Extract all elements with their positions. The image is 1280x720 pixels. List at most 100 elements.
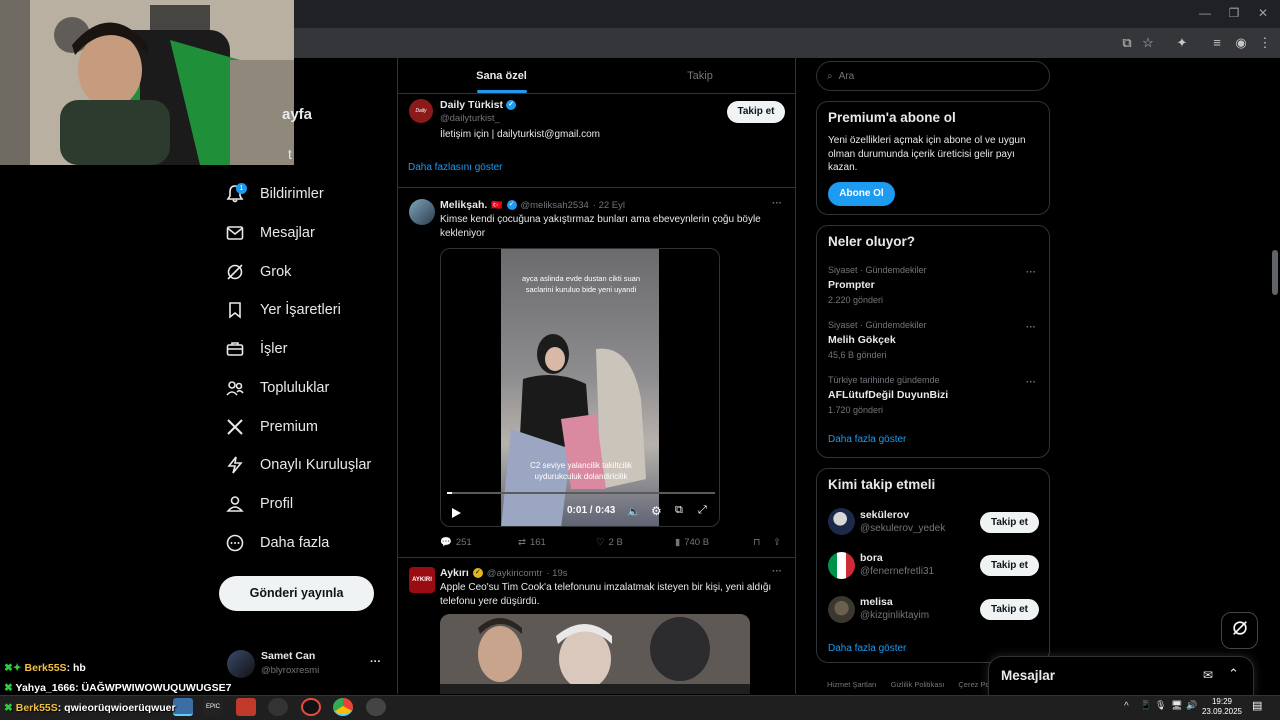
tray-phone-icon[interactable]: 📱	[1140, 700, 1151, 711]
like-button[interactable]: ♡ 2 B	[596, 537, 623, 548]
tray-chevron-icon[interactable]: ^	[1124, 701, 1129, 712]
tweet-author-name[interactable]: Melikşah.	[440, 199, 487, 211]
tray-network-icon[interactable]: 🖥	[1171, 700, 1182, 711]
media-icon[interactable]: ≡	[1209, 35, 1225, 51]
tweet-author-handle[interactable]: @meliksah2534	[521, 200, 589, 211]
pip-icon[interactable]: ⧉	[675, 504, 683, 517]
suggested-follow-button[interactable]: Takip et	[727, 101, 785, 123]
account-name[interactable]: Samet Can	[261, 650, 315, 662]
tray-mic-icon[interactable]: 🎙	[1155, 700, 1166, 711]
follow-button[interactable]: Takip et	[980, 555, 1039, 576]
bookmark-button[interactable]: ⊓	[753, 537, 760, 548]
install-icon[interactable]: ⧉	[1119, 35, 1135, 51]
notification-center-icon[interactable]: ▤	[1252, 699, 1262, 712]
suggested-name-row[interactable]: Daily Türkist ✓	[440, 99, 517, 111]
follow-button[interactable]: Takip et	[980, 599, 1039, 620]
subscribe-button[interactable]: Abone Ol	[828, 182, 895, 206]
tab-for-you[interactable]: Sana özel	[398, 58, 605, 94]
follow-avatar[interactable]	[828, 508, 855, 535]
trend-more-button[interactable]: ···	[1026, 267, 1036, 278]
video-player[interactable]: ayca aslinda evde dustan cikti suan sacl…	[440, 248, 720, 527]
trend-item[interactable]: Siyaset · Gündemdekiler Prompter 2.220 g…	[828, 265, 927, 305]
nav-messages[interactable]: Mesajlar	[224, 216, 315, 250]
trend-more-button[interactable]: ···	[1026, 377, 1036, 388]
trends-show-more-link[interactable]: Daha fazla göster	[828, 434, 906, 445]
tweet-more-button[interactable]: ···	[772, 198, 782, 209]
tray-volume-icon[interactable]: 🔊	[1186, 700, 1197, 711]
taskbar-app-icon[interactable]	[173, 698, 193, 716]
nav-verified-orgs[interactable]: Onaylı Kuruluşlar	[224, 448, 371, 482]
taskbar-app-icon[interactable]	[236, 698, 256, 716]
suggested-avatar[interactable]: Daily Türkist	[409, 99, 433, 123]
search-box[interactable]: ⌕ Ara	[816, 61, 1050, 91]
footer-link[interactable]: Çerez Po	[958, 680, 989, 689]
account-avatar[interactable]	[227, 650, 255, 678]
views-button[interactable]: ▮ 740 B	[675, 537, 709, 548]
tweet2-more-button[interactable]: ···	[772, 566, 782, 577]
star-icon[interactable]: ☆	[1140, 35, 1156, 51]
share-button[interactable]: ⇪	[773, 537, 781, 548]
tab-following[interactable]: Takip	[605, 58, 795, 94]
chrome-icon[interactable]	[333, 698, 353, 716]
opera-icon[interactable]	[301, 698, 321, 716]
nav-notifications[interactable]: Bildirimler	[224, 177, 324, 211]
minimize-button[interactable]: —	[1197, 6, 1213, 20]
tweet2-image[interactable]	[440, 614, 750, 694]
post-button[interactable]: Gönderi yayınla	[219, 576, 374, 611]
account-more-button[interactable]: ···	[370, 656, 381, 668]
tweet2-author-handle[interactable]: @aykiricomtr	[487, 568, 543, 579]
nav-grok[interactable]: Grok	[224, 255, 291, 289]
messages-drawer-title[interactable]: Mesajlar	[1001, 668, 1055, 683]
volume-icon[interactable]: 🔈	[627, 505, 641, 518]
follow-show-more-link[interactable]: Daha fazla göster	[828, 643, 906, 654]
trend-count: 1.720 gönderi	[828, 405, 884, 415]
follow-avatar[interactable]	[828, 552, 855, 579]
steam-icon[interactable]	[268, 698, 288, 716]
nav-home-label-partial[interactable]: ayfa	[282, 106, 312, 123]
tweet2-author-name[interactable]: Aykırı	[440, 567, 469, 579]
epic-games-icon[interactable]: EPIC	[203, 698, 223, 716]
settings-gear-icon[interactable]: ⚙	[651, 504, 662, 518]
reply-button[interactable]: 💬 251	[440, 537, 472, 548]
grok-floating-button[interactable]	[1221, 612, 1258, 649]
follow-name[interactable]: bora	[860, 552, 883, 564]
nav-profile[interactable]: Profil	[224, 487, 293, 521]
nav-jobs[interactable]: İşler	[224, 332, 287, 366]
play-icon[interactable]	[450, 506, 462, 518]
nav-more[interactable]: Daha fazla	[224, 526, 329, 560]
tweet-date[interactable]: · 22 Eyl	[593, 200, 625, 211]
trend-item[interactable]: Siyaset · Gündemdekiler Melih Gökçek 45,…	[828, 320, 927, 360]
show-more-suggested-link[interactable]: Daha fazlasını göster	[408, 162, 503, 173]
maximize-button[interactable]: ❐	[1226, 6, 1242, 20]
new-message-icon[interactable]: ✉	[1203, 668, 1213, 682]
video-progress-track[interactable]	[447, 492, 715, 494]
scrollbar-thumb[interactable]	[1272, 250, 1278, 295]
follow-avatar[interactable]	[828, 596, 855, 623]
nav-bookmarks[interactable]: Yer İşaretleri	[224, 293, 341, 327]
trend-more-button[interactable]: ···	[1026, 322, 1036, 333]
tweet-avatar[interactable]	[409, 199, 435, 225]
obs-icon[interactable]	[366, 698, 386, 716]
close-window-button[interactable]: ✕	[1255, 6, 1271, 20]
profile-icon[interactable]: ◉	[1233, 35, 1249, 51]
fullscreen-icon[interactable]: ⤢	[698, 504, 707, 517]
nav-communities[interactable]: Topluluklar	[224, 371, 329, 405]
tweet2-avatar[interactable]: AYKIRI	[409, 567, 435, 593]
tweet2-date[interactable]: · 19s	[546, 568, 567, 579]
trend-item[interactable]: Türkiye tarihinde gündemde AFLütufDeğil …	[828, 375, 948, 415]
repost-button[interactable]: ⇄ 161	[518, 537, 546, 548]
footer-link[interactable]: Gizlilik Politikası	[891, 680, 945, 689]
follow-name[interactable]: sekülerov	[860, 509, 909, 521]
nav-explore-label-partial[interactable]: t	[288, 146, 292, 162]
bookmark-icon: ⊓	[753, 537, 761, 548]
trend-name: AFLütufDeğil DuyunBizi	[828, 389, 949, 401]
extensions-icon[interactable]: ✦	[1174, 35, 1190, 51]
follow-name[interactable]: melisa	[860, 596, 893, 608]
expand-chevron-icon[interactable]: ⌃	[1228, 666, 1239, 682]
nav-premium[interactable]: Premium	[224, 410, 318, 444]
follow-button[interactable]: Takip et	[980, 512, 1039, 533]
footer-link[interactable]: Hizmet Şartları	[827, 680, 877, 689]
page-scrollbar[interactable]	[1270, 58, 1280, 695]
taskbar-clock[interactable]: 19:29 23.09.2025	[1200, 697, 1244, 717]
menu-icon[interactable]: ⋮	[1257, 35, 1273, 51]
